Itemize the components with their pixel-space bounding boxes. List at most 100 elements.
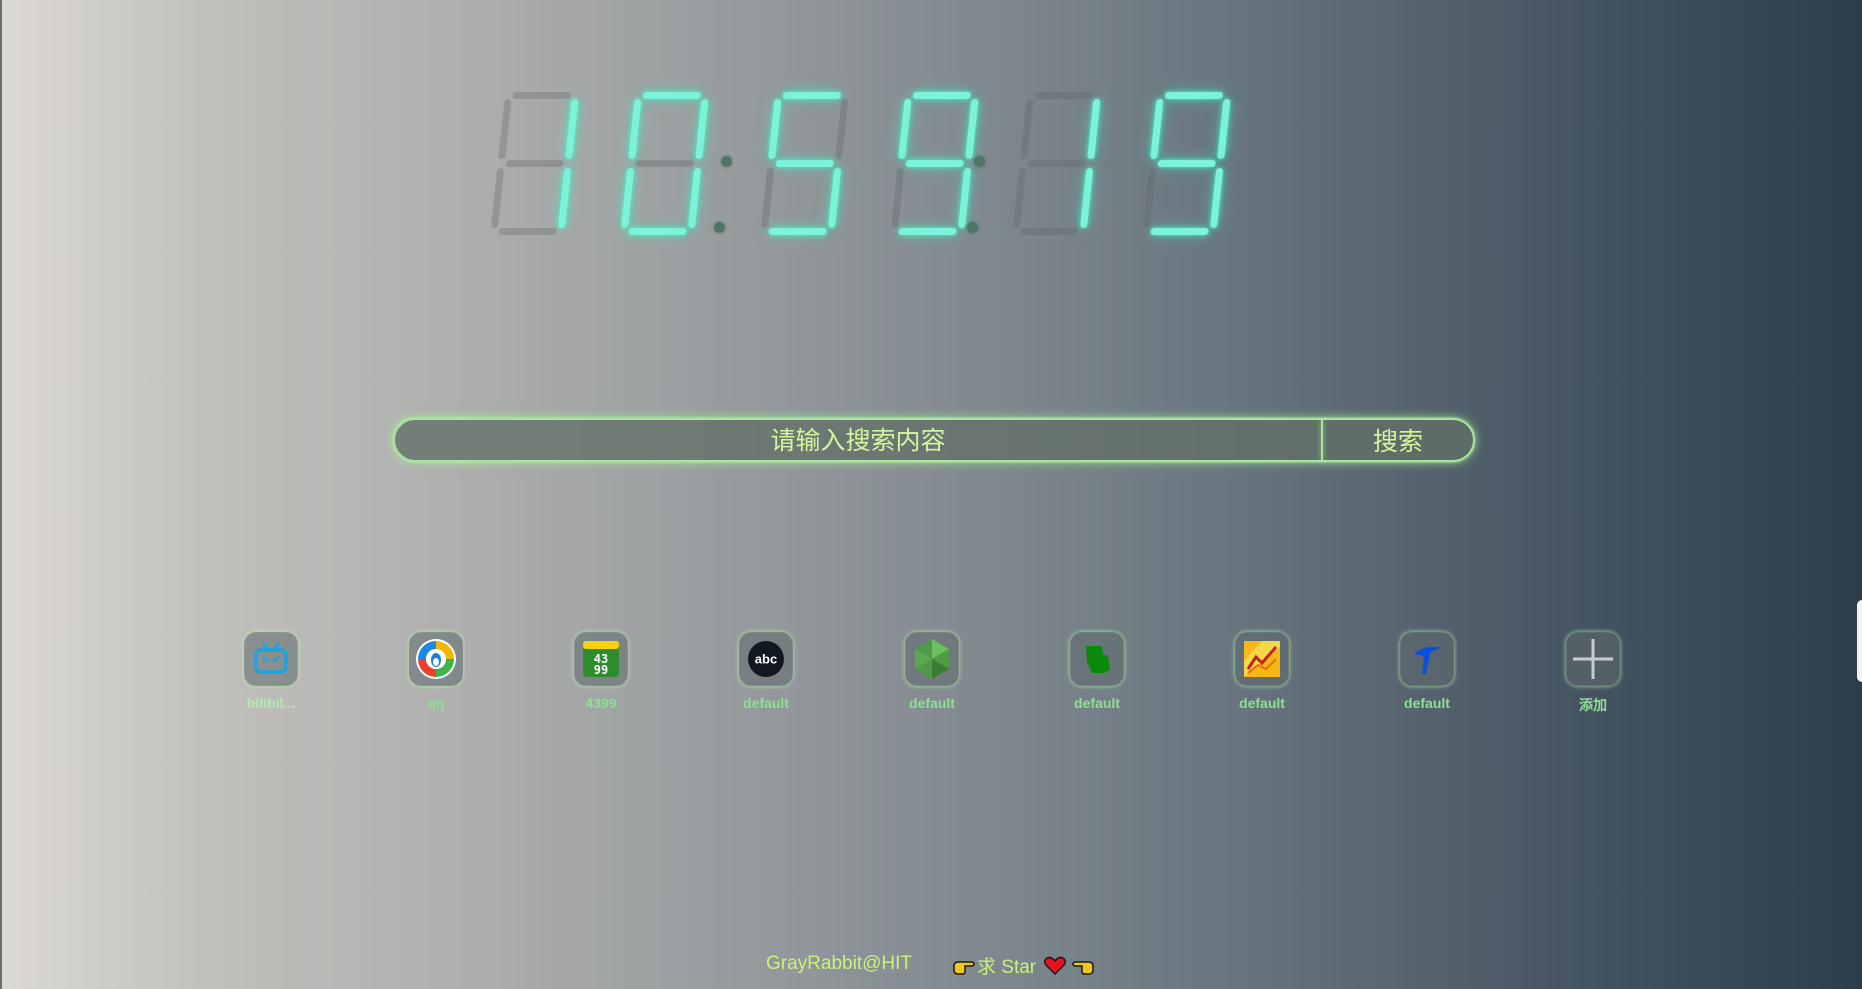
side-drawer-tab[interactable] bbox=[1857, 600, 1862, 682]
clock-segment bbox=[898, 228, 957, 235]
shortcut-label: default bbox=[1239, 695, 1285, 711]
clock-colon bbox=[964, 92, 985, 237]
search-bar: 搜索 bbox=[393, 418, 1475, 462]
clock-segment bbox=[1020, 228, 1079, 235]
shortcut-label: qq bbox=[427, 695, 445, 711]
shortcut-label: default bbox=[909, 695, 955, 711]
clock-segment bbox=[912, 92, 972, 99]
clock-digit bbox=[1140, 92, 1243, 237]
clock-segment bbox=[905, 160, 965, 167]
clock-segment bbox=[768, 99, 782, 159]
search-button[interactable]: 搜索 bbox=[1323, 420, 1473, 460]
clock-segment bbox=[565, 99, 579, 159]
footer-star-text: 求 Star bbox=[977, 957, 1037, 978]
clock-segment bbox=[620, 168, 635, 228]
plus-icon bbox=[1573, 639, 1613, 679]
abc-logo-icon: abc bbox=[748, 641, 784, 677]
footer-star-link[interactable]: 求 Star bbox=[953, 952, 1094, 979]
shortcut-map[interactable]: default bbox=[1049, 632, 1145, 711]
clock-segment bbox=[1142, 168, 1157, 228]
shortcut-tile[interactable] bbox=[1235, 632, 1289, 686]
shortcut-label: default bbox=[1404, 695, 1450, 711]
search-input[interactable] bbox=[395, 420, 1321, 460]
svg-text:99: 99 bbox=[594, 663, 608, 677]
clock-segment bbox=[835, 99, 849, 159]
clock-segment bbox=[490, 168, 505, 228]
clock-segment bbox=[1150, 99, 1164, 159]
footer-credit-link[interactable]: GrayRabbit@HIT bbox=[766, 953, 912, 975]
shortcut-tile[interactable] bbox=[1070, 632, 1124, 686]
shortcut-tile[interactable] bbox=[244, 632, 298, 686]
clock-digit bbox=[758, 92, 861, 237]
qq-penguin-icon bbox=[416, 639, 456, 679]
shortcut-label: 4399 bbox=[585, 695, 617, 711]
clock-segment bbox=[898, 99, 912, 159]
pointing-right-hand-icon bbox=[953, 960, 975, 975]
clock-segment bbox=[498, 99, 512, 159]
clock-segment bbox=[505, 160, 565, 167]
clock-segment bbox=[1027, 160, 1087, 167]
clock-segment bbox=[512, 92, 572, 99]
clock-colon-dot bbox=[714, 222, 725, 233]
shortcut-4399[interactable]: 43 99 4399 bbox=[553, 632, 649, 711]
shortcut-label: default bbox=[1074, 695, 1120, 711]
shortcut-tile[interactable]: abc bbox=[739, 632, 793, 686]
clock-segment bbox=[1034, 92, 1094, 99]
clock-colon-dot bbox=[721, 156, 732, 167]
clock-segment bbox=[760, 168, 775, 228]
green-gem-icon bbox=[915, 639, 949, 679]
shortcut-label: 添加 bbox=[1579, 697, 1607, 713]
colorful-chart-icon bbox=[1244, 641, 1280, 677]
clock-segment bbox=[775, 160, 835, 167]
pointing-left-hand-icon bbox=[1072, 960, 1094, 975]
clock-segment bbox=[687, 168, 702, 228]
clock-digit bbox=[1010, 92, 1113, 237]
shortcut-bird[interactable]: default bbox=[1379, 632, 1475, 711]
shortcut-abc[interactable]: abc default bbox=[718, 632, 814, 711]
clock-segment bbox=[498, 228, 557, 235]
clock-segment bbox=[1150, 228, 1209, 235]
clock-segment bbox=[635, 160, 695, 167]
clock-segment bbox=[628, 99, 642, 159]
clock-segment bbox=[557, 168, 572, 228]
digital-clock bbox=[488, 92, 1318, 237]
clock-segment bbox=[1164, 92, 1224, 99]
shortcut-tile[interactable] bbox=[905, 632, 959, 686]
shortcut-label: bilibil... bbox=[246, 695, 296, 711]
blue-bird-icon bbox=[1414, 646, 1442, 674]
clock-colon-dot bbox=[967, 222, 978, 233]
shortcut-tile[interactable] bbox=[1566, 632, 1620, 686]
clock-digit bbox=[618, 92, 721, 237]
red-heart-icon bbox=[1044, 956, 1067, 975]
bilibili-tv-icon bbox=[254, 642, 288, 674]
clock-segment bbox=[1020, 99, 1034, 159]
4399-logo-icon: 43 99 bbox=[583, 641, 619, 677]
clock-segment bbox=[1087, 99, 1101, 159]
shortcut-qq[interactable]: qq bbox=[388, 632, 484, 711]
clock-segment bbox=[1012, 168, 1027, 228]
left-edge-line bbox=[0, 0, 2, 989]
clock-segment bbox=[890, 168, 905, 228]
clock-colon-dot bbox=[974, 156, 985, 167]
svg-text:abc: abc bbox=[755, 652, 777, 667]
green-map-icon bbox=[1086, 646, 1110, 673]
shortcut-tile[interactable] bbox=[1400, 632, 1454, 686]
shortcut-gem[interactable]: default bbox=[884, 632, 980, 711]
clock-segment bbox=[1217, 99, 1231, 159]
clock-digit bbox=[488, 92, 591, 237]
shortcut-tile[interactable] bbox=[409, 632, 463, 686]
clock-segment bbox=[782, 92, 842, 99]
shortcut-chart[interactable]: default bbox=[1214, 632, 1310, 711]
clock-segment bbox=[1079, 168, 1094, 228]
add-shortcut-button[interactable]: 添加 bbox=[1545, 632, 1641, 715]
clock-segment bbox=[1209, 168, 1224, 228]
clock-segment bbox=[768, 228, 827, 235]
clock-segment bbox=[827, 168, 842, 228]
clock-segment bbox=[642, 92, 702, 99]
shortcut-tile[interactable]: 43 99 bbox=[574, 632, 628, 686]
clock-colon bbox=[711, 92, 732, 237]
clock-segment bbox=[1157, 160, 1217, 167]
shortcut-bilibili[interactable]: bilibil... bbox=[223, 632, 319, 711]
shortcut-label: default bbox=[743, 695, 789, 711]
clock-segment bbox=[695, 99, 709, 159]
